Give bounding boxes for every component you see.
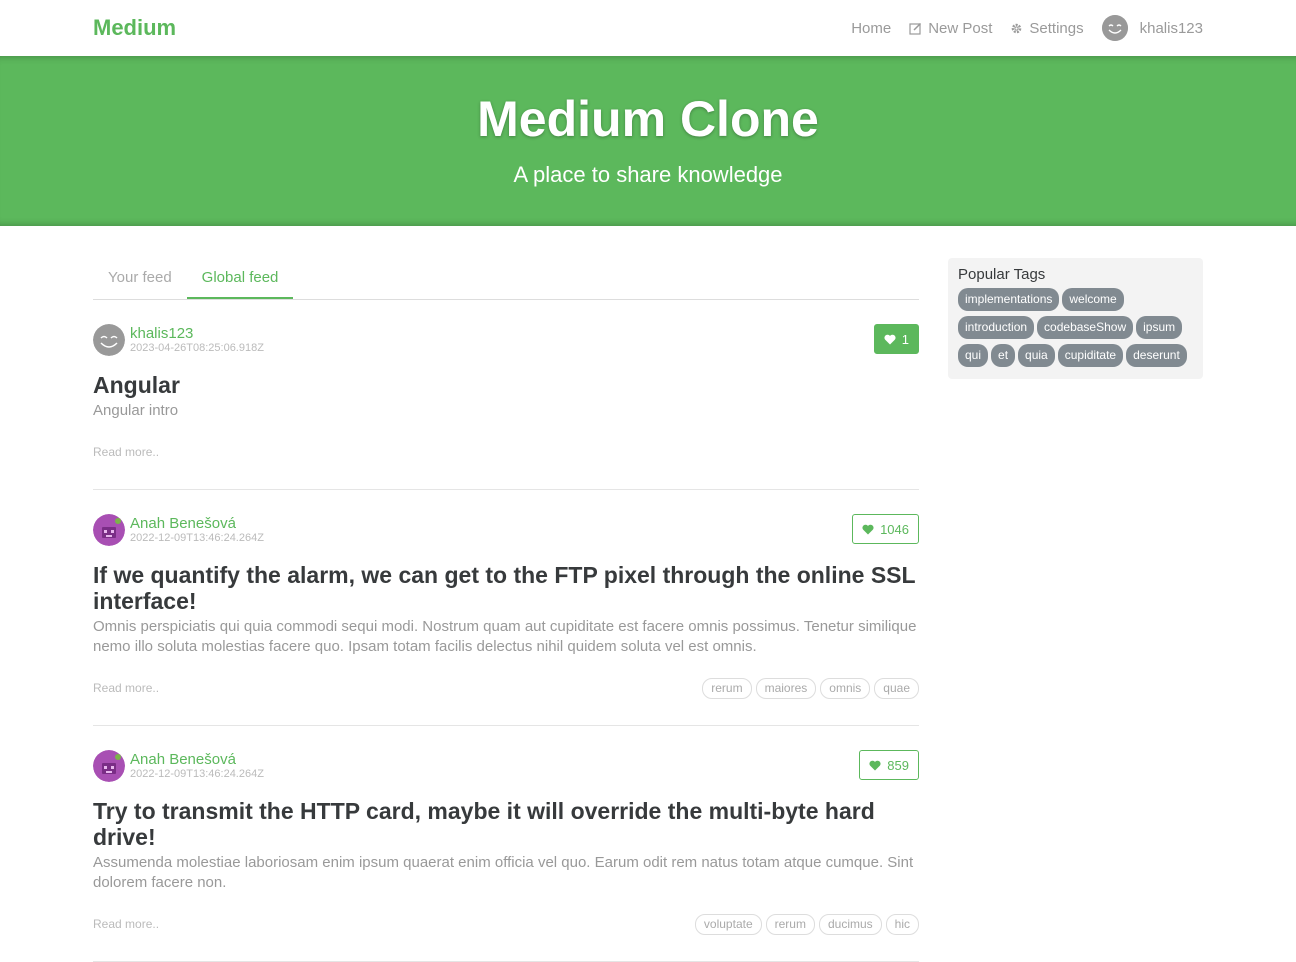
author-avatar[interactable] bbox=[93, 514, 125, 546]
tag-pill[interactable]: qui bbox=[958, 344, 989, 367]
author-name[interactable]: khalis123 bbox=[130, 325, 264, 342]
nav-username: khalis123 bbox=[1139, 19, 1203, 37]
article-tag: maiores bbox=[755, 677, 817, 699]
tag-pill[interactable]: welcome bbox=[1062, 288, 1124, 311]
heart-icon bbox=[862, 524, 874, 534]
feed-tabs: Your feed Global feed bbox=[93, 258, 919, 300]
article-tag: voluptate bbox=[694, 913, 762, 935]
favorite-count: 1046 bbox=[880, 521, 909, 537]
article-title[interactable]: Try to transmit the HTTP card, maybe it … bbox=[93, 798, 919, 850]
favorite-button[interactable]: 1046 bbox=[852, 514, 919, 544]
article-date: 2022-12-09T13:46:24.264Z bbox=[130, 768, 264, 780]
tag-pill[interactable]: et bbox=[991, 344, 1016, 367]
sidebar: Popular Tags implementations welcome int… bbox=[948, 258, 1203, 962]
popular-tags: Popular Tags implementations welcome int… bbox=[948, 258, 1203, 379]
favorite-count: 1 bbox=[901, 331, 909, 347]
avatar bbox=[1101, 15, 1128, 41]
article-description: Assumenda molestiae laboriosam enim ipsu… bbox=[93, 854, 914, 891]
article-preview: Anah Benešová 2022-12-09T13:46:24.264Z 8… bbox=[93, 726, 919, 962]
tab-your-feed[interactable]: Your feed bbox=[93, 258, 187, 299]
favorite-count: 859 bbox=[887, 757, 909, 773]
article-tag: quae bbox=[874, 677, 919, 699]
tag-pill[interactable]: introduction bbox=[958, 316, 1035, 339]
favorite-button[interactable]: 859 bbox=[859, 750, 919, 780]
article-date: 2023-04-26T08:25:06.918Z bbox=[130, 342, 264, 354]
author-avatar[interactable] bbox=[93, 324, 125, 356]
brand-logo[interactable]: Medium bbox=[93, 15, 176, 41]
article-tag: rerum bbox=[765, 913, 815, 935]
article-tags: voluptate rerum ducimus hic bbox=[694, 913, 919, 935]
navbar: Medium Home New Post Settings khalis123 bbox=[0, 0, 1296, 56]
feed: Your feed Global feed khalis123 2023-04-… bbox=[93, 258, 919, 962]
heart-icon bbox=[869, 760, 881, 770]
article-tag: omnis bbox=[820, 677, 871, 699]
author-avatar[interactable] bbox=[93, 750, 125, 782]
tag-list: implementations welcome introduction cod… bbox=[958, 288, 1193, 367]
banner: Medium Clone A place to share knowledge bbox=[0, 56, 1296, 226]
nav-settings-label: Settings bbox=[1029, 19, 1084, 37]
article-date: 2022-12-09T13:46:24.264Z bbox=[130, 532, 264, 544]
banner-title: Medium Clone bbox=[477, 91, 819, 147]
read-more-link[interactable]: Read more.. bbox=[93, 917, 159, 931]
tag-pill[interactable]: implementations bbox=[958, 288, 1060, 311]
favorite-button[interactable]: 1 bbox=[873, 324, 919, 354]
nav-home[interactable]: Home bbox=[851, 20, 891, 37]
tag-pill[interactable]: ipsum bbox=[1136, 316, 1183, 339]
nav-new-post[interactable]: New Post bbox=[909, 20, 992, 37]
tag-pill[interactable]: cupiditate bbox=[1057, 344, 1124, 367]
article-title[interactable]: Angular bbox=[93, 372, 919, 398]
article-title[interactable]: If we quantify the alarm, we can get to … bbox=[93, 562, 919, 614]
gear-icon bbox=[1012, 23, 1022, 33]
author-name[interactable]: Anah Benešová bbox=[130, 751, 264, 768]
read-more-link[interactable]: Read more.. bbox=[93, 681, 159, 695]
read-more-link[interactable]: Read more.. bbox=[93, 445, 159, 459]
nav-home-label: Home bbox=[851, 19, 892, 37]
article-tag: ducimus bbox=[818, 913, 882, 935]
nav-links: Home New Post Settings khalis123 bbox=[833, 15, 1203, 41]
article-tag: rerum bbox=[702, 677, 752, 699]
nav-profile[interactable]: khalis123 bbox=[1101, 15, 1203, 41]
tag-pill[interactable]: quia bbox=[1018, 344, 1055, 367]
article-preview: khalis123 2023-04-26T08:25:06.918Z 1 Ang… bbox=[93, 300, 919, 490]
tag-pill[interactable]: deserunt bbox=[1126, 344, 1187, 367]
article-preview: Anah Benešová 2022-12-09T13:46:24.264Z 1… bbox=[93, 490, 919, 726]
article-tag: hic bbox=[885, 913, 919, 935]
article-description: Omnis perspiciatis qui quia commodi sequ… bbox=[93, 618, 917, 655]
banner-subtitle: A place to share knowledge bbox=[513, 162, 783, 187]
article-description: Angular intro bbox=[93, 402, 179, 419]
nav-settings[interactable]: Settings bbox=[1010, 19, 1084, 37]
author-name[interactable]: Anah Benešová bbox=[130, 515, 264, 532]
tab-global-feed[interactable]: Global feed bbox=[186, 258, 294, 299]
nav-new-post-label: New Post bbox=[928, 19, 993, 37]
article-tags: rerum maiores omnis quae bbox=[702, 677, 919, 699]
edit-icon bbox=[909, 22, 922, 35]
heart-icon bbox=[884, 334, 896, 344]
tag-pill[interactable]: codebaseShow bbox=[1037, 316, 1134, 339]
popular-tags-heading: Popular Tags bbox=[958, 266, 1046, 283]
